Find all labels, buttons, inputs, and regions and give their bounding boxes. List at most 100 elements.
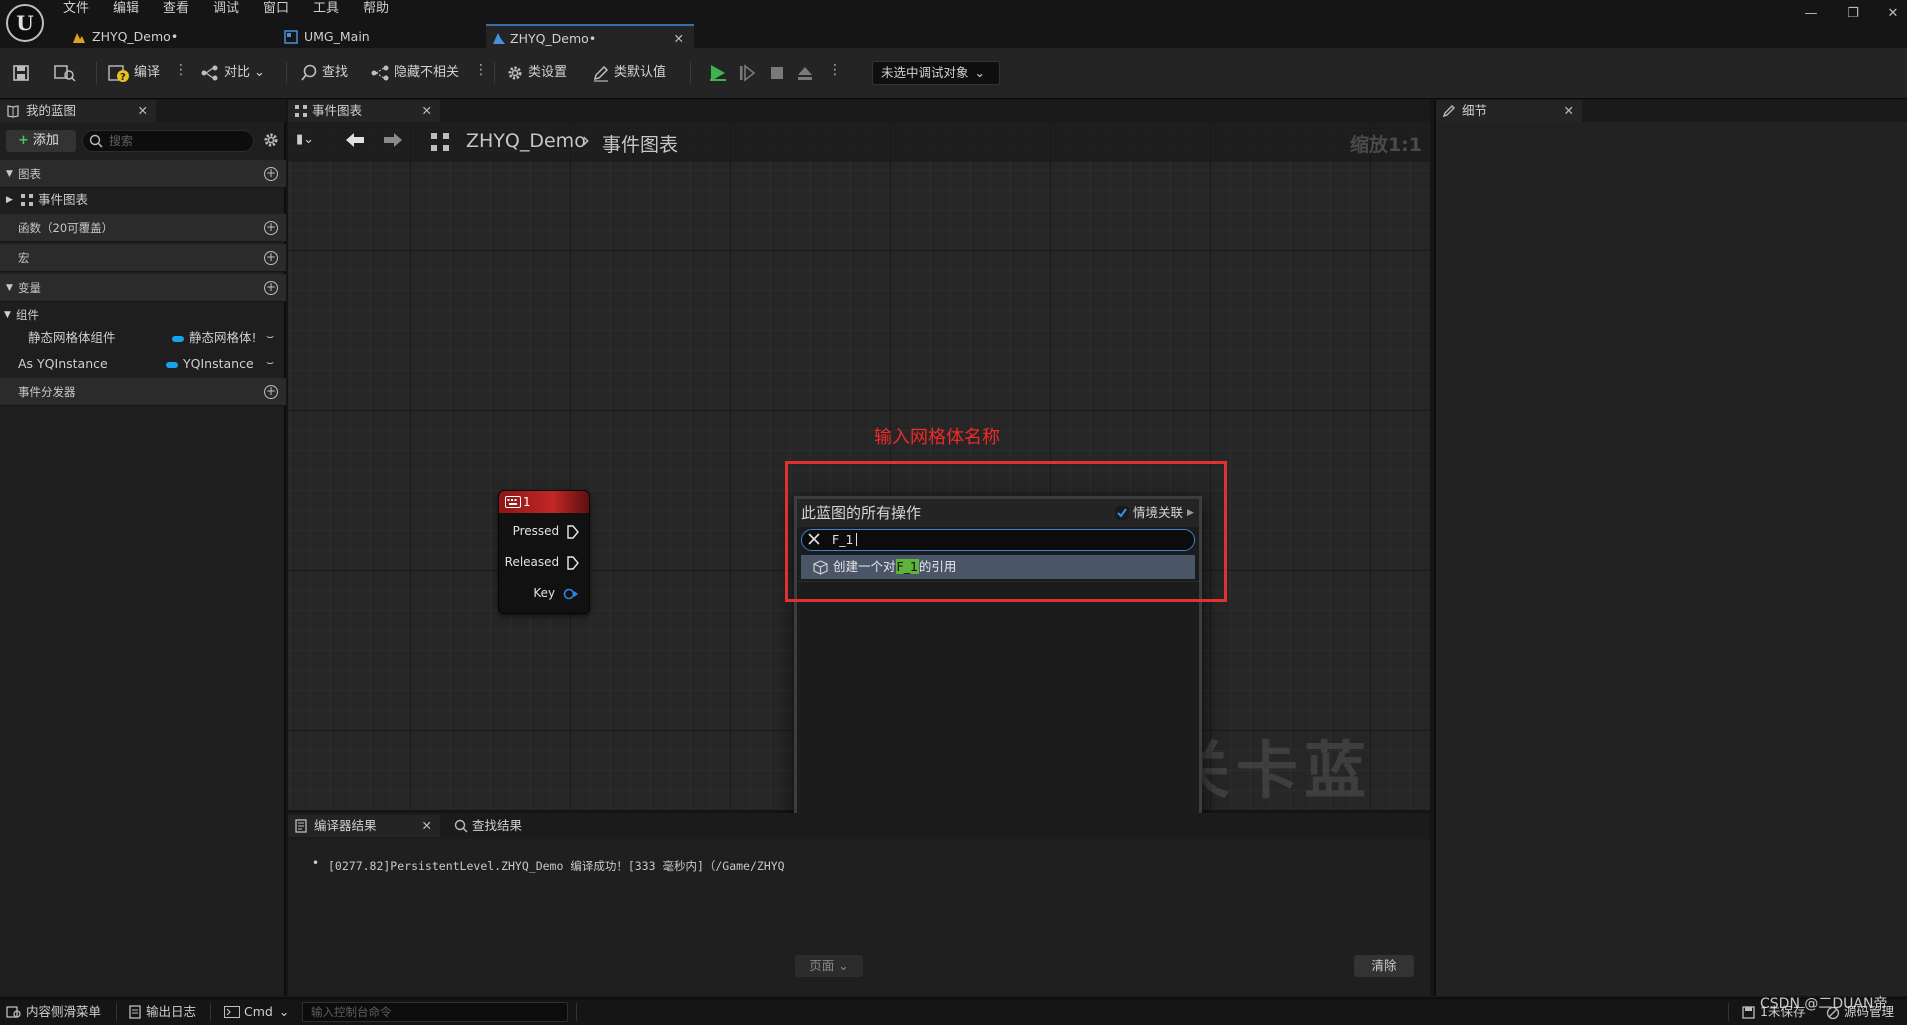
play-icon[interactable]: [708, 63, 728, 83]
menu-debug[interactable]: 调试: [213, 0, 239, 18]
close-icon[interactable]: ✕: [138, 100, 148, 122]
class-defaults-button[interactable]: 类默认值: [592, 60, 666, 86]
cmd-select[interactable]: Cmd ⌄: [224, 999, 289, 1025]
caret-right-icon: ▶: [6, 195, 13, 205]
caret-down-icon: ▼: [6, 169, 13, 179]
section-macros[interactable]: 宏 +: [0, 244, 286, 272]
exec-pin-icon[interactable]: [567, 555, 579, 570]
csdn-watermark: CSDN @二DUAN帝: [1760, 996, 1888, 1012]
hide-unrelated-button[interactable]: 隐藏不相关: [370, 60, 459, 86]
add-dispatcher-icon[interactable]: +: [264, 385, 278, 399]
class-settings-button[interactable]: 类设置: [506, 60, 567, 86]
tab-label: UMG_Main: [304, 29, 370, 44]
variable-type: YQInstance: [183, 356, 254, 371]
toolbar: ? 编译 ⋮ 对比 ⌄ 查找 隐藏不相关 ⋮ 类设置 类默认值 ⋮ 未选中调试对…: [0, 48, 1907, 99]
back-arrow-icon[interactable]: [344, 130, 366, 150]
content-drawer-icon: [6, 1005, 22, 1019]
close-icon[interactable]: ✕: [1564, 100, 1574, 122]
variable-row[interactable]: As YQInstance YQInstance ⌣: [0, 352, 286, 376]
add-macro-icon[interactable]: +: [264, 251, 278, 265]
tab-details[interactable]: 细节 ✕: [1436, 100, 1582, 122]
stop-icon[interactable]: [768, 64, 786, 82]
tab-umg-main[interactable]: UMG_Main: [280, 24, 480, 50]
step-icon[interactable]: [738, 64, 756, 82]
menu-file[interactable]: 文件: [63, 0, 89, 18]
browse-icon[interactable]: [54, 64, 76, 82]
minimize-icon[interactable]: —: [1796, 4, 1826, 24]
compile-button[interactable]: ? 编译: [108, 60, 160, 86]
compile-log-line[interactable]: [0277.82]PersistentLevel.ZHYQ_Demo 编译成功！…: [328, 858, 785, 874]
add-button[interactable]: + 添加: [6, 130, 76, 152]
variable-row[interactable]: 静态网格体组件 静态网格体! ⌣: [0, 326, 286, 350]
add-variable-icon[interactable]: +: [264, 281, 278, 295]
tab-compiler-results[interactable]: 编译器结果 ✕: [288, 815, 440, 837]
close-window-icon[interactable]: ✕: [1878, 4, 1907, 24]
menu-tools[interactable]: 工具: [313, 0, 339, 18]
menu-window[interactable]: 窗口: [263, 0, 289, 18]
save-icon[interactable]: [12, 64, 30, 82]
svg-text:?: ?: [120, 72, 126, 83]
restore-icon[interactable]: ❐: [1838, 4, 1868, 24]
tab-blueprint-zhyq-demo[interactable]: ZHYQ_Demo• ✕: [486, 24, 694, 50]
variable-type: 静态网格体!: [189, 330, 257, 345]
tab-find-results[interactable]: 查找结果: [450, 815, 560, 837]
compile-icon: ?: [108, 63, 130, 83]
content-drawer-button[interactable]: 内容侧滑菜单: [6, 999, 101, 1025]
tab-my-blueprint[interactable]: 我的蓝图 ✕: [0, 100, 156, 122]
details-tab-bar: 细节 ✕: [1436, 100, 1907, 122]
type-pill-icon: [172, 335, 184, 342]
section-event-dispatchers[interactable]: 事件分发器 +: [0, 378, 286, 406]
bookmark-icon[interactable]: ▮⌄: [296, 132, 314, 147]
pin-released[interactable]: Released: [505, 553, 579, 571]
search-icon: [454, 819, 468, 833]
compile-options-icon[interactable]: ⋮: [174, 62, 188, 78]
chevron-down-icon: ⌄: [278, 1004, 290, 1019]
tab-level-zhyq-demo[interactable]: ZHYQ_Demo•: [68, 24, 268, 50]
section-functions[interactable]: 函数（20可覆盖） +: [0, 214, 286, 242]
menu-view[interactable]: 查看: [163, 0, 189, 18]
chevron-down-icon: ⌄: [838, 958, 849, 973]
tab-label: ZHYQ_Demo•: [92, 29, 179, 44]
clear-button[interactable]: 清除: [1354, 955, 1414, 977]
type-pill-icon: [166, 361, 178, 368]
blueprint-search-input[interactable]: 搜索: [82, 130, 254, 152]
output-log-button[interactable]: 输出日志: [128, 999, 196, 1025]
debug-object-select[interactable]: 未选中调试对象 ⌄: [872, 61, 1000, 85]
compiler-results-icon: [294, 819, 308, 833]
eject-icon[interactable]: [796, 64, 814, 82]
search-icon: [89, 134, 103, 148]
find-button[interactable]: 查找: [300, 60, 348, 86]
tab-event-graph[interactable]: 事件图表 ✕: [288, 100, 440, 122]
exec-pin-icon[interactable]: [567, 524, 579, 539]
settings-gear-icon[interactable]: [262, 131, 280, 149]
graph-icon: [294, 104, 308, 118]
add-graph-icon[interactable]: +: [264, 167, 278, 181]
diff-button[interactable]: 对比 ⌄: [200, 60, 265, 86]
pin-key[interactable]: Key: [533, 584, 579, 602]
console-command-input[interactable]: 输入控制台命令: [302, 1002, 568, 1022]
section-graphs[interactable]: ▼ 图表 +: [0, 160, 286, 188]
eye-closed-icon[interactable]: ⌣: [266, 350, 274, 374]
hide-options-icon[interactable]: ⋮: [474, 62, 488, 78]
pin-pressed[interactable]: Pressed: [513, 522, 579, 540]
data-pin-icon[interactable]: [563, 588, 579, 600]
category-components[interactable]: ▼ 组件: [0, 305, 286, 325]
page-button[interactable]: 页面 ⌄: [795, 955, 863, 977]
menu-edit[interactable]: 编辑: [113, 0, 139, 18]
menu-help[interactable]: 帮助: [363, 0, 389, 18]
zoom-level: 缩放1:1: [1349, 134, 1422, 156]
section-variables[interactable]: ▼ 变量 +: [0, 274, 286, 302]
breadcrumb-root[interactable]: ZHYQ_Demo: [466, 130, 586, 152]
list-item-event-graph[interactable]: ▶ 事件图表: [0, 188, 286, 212]
close-icon[interactable]: ✕: [422, 100, 432, 122]
save-icon: [1742, 1006, 1755, 1019]
eye-closed-icon[interactable]: ⌣: [266, 324, 274, 348]
play-options-icon[interactable]: ⋮: [828, 62, 842, 78]
breadcrumb-separator-icon: ›: [582, 128, 590, 152]
gear-icon: [506, 64, 524, 82]
forward-arrow-icon[interactable]: [382, 130, 404, 150]
close-icon[interactable]: ✕: [422, 815, 432, 837]
keyboard-event-node[interactable]: 1 Pressed Released Key: [498, 490, 590, 614]
add-function-icon[interactable]: +: [264, 221, 278, 235]
unreal-logo-icon[interactable]: U: [6, 4, 44, 42]
